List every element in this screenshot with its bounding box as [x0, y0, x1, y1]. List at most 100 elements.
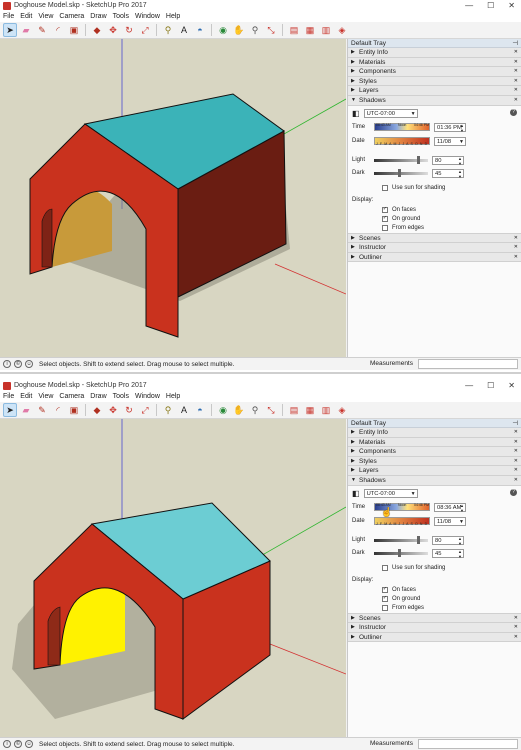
menu-view[interactable]: View: [38, 392, 53, 402]
menu-draw[interactable]: Draw: [90, 12, 106, 22]
menu-tools[interactable]: Tools: [113, 392, 129, 402]
spinner-icon[interactable]: ▲ ▼: [458, 169, 462, 179]
close-icon[interactable]: ✕: [514, 253, 518, 262]
dark-slider-knob[interactable]: [398, 548, 401, 557]
pan-icon[interactable]: ✋: [232, 23, 246, 37]
arc-icon[interactable]: ◜: [51, 23, 65, 37]
section-entity-info[interactable]: ▶ Entity Info ✕: [348, 428, 521, 438]
pan-icon[interactable]: ✋: [232, 403, 246, 417]
menu-edit[interactable]: Edit: [20, 392, 32, 402]
layout-icon[interactable]: ▥: [319, 403, 333, 417]
spinner-icon[interactable]: ▲ ▼: [460, 123, 464, 133]
model-viewport[interactable]: [0, 419, 346, 737]
on-ground-checkbox[interactable]: ✓: [382, 215, 388, 222]
close-icon[interactable]: ✕: [514, 438, 518, 447]
close-icon[interactable]: ✕: [514, 67, 518, 76]
minimize-button[interactable]: —: [465, 1, 473, 10]
use-sun-checkbox[interactable]: [382, 564, 388, 571]
zoom-extents-icon[interactable]: ⤡: [264, 23, 278, 37]
from-edges-checkbox[interactable]: [382, 224, 388, 231]
credits-icon[interactable]: ©: [14, 740, 22, 748]
rotate-icon[interactable]: ↻: [122, 403, 136, 417]
menu-edit[interactable]: Edit: [20, 12, 32, 22]
shape-icon[interactable]: ▣: [67, 403, 81, 417]
section-components[interactable]: ▶ Components ✕: [348, 447, 521, 457]
menu-file[interactable]: File: [3, 12, 14, 22]
move-icon[interactable]: ✥: [106, 23, 120, 37]
date-input[interactable]: 11/08 ▼: [434, 516, 466, 526]
on-faces-checkbox[interactable]: ✓: [382, 206, 388, 213]
close-button[interactable]: ✕: [508, 381, 515, 390]
close-icon[interactable]: ✕: [514, 614, 518, 623]
move-icon[interactable]: ✥: [106, 403, 120, 417]
select-icon[interactable]: ➤: [3, 23, 17, 37]
on-faces-checkbox[interactable]: ✓: [382, 586, 388, 593]
zoom-icon[interactable]: ⚲: [248, 403, 262, 417]
arc-icon[interactable]: ◜: [51, 403, 65, 417]
time-slider[interactable]: 06:43 AM Noon 04:46 PM ☝: [374, 503, 430, 517]
close-icon[interactable]: ✕: [514, 476, 518, 485]
close-icon[interactable]: ✕: [514, 234, 518, 243]
push-pull-icon[interactable]: ◆: [90, 403, 104, 417]
close-icon[interactable]: ✕: [514, 86, 518, 95]
minimize-button[interactable]: —: [465, 381, 473, 390]
close-icon[interactable]: ✕: [514, 633, 518, 642]
timezone-select[interactable]: UTC-07:00 ▼: [363, 488, 418, 498]
help-icon[interactable]: ?: [510, 488, 517, 496]
close-icon[interactable]: ✕: [514, 623, 518, 632]
orbit-icon[interactable]: ◉: [216, 23, 230, 37]
date-input[interactable]: 11/08 ▼: [434, 136, 466, 146]
rotate-icon[interactable]: ↻: [122, 23, 136, 37]
dark-slider[interactable]: [374, 548, 428, 557]
light-slider-knob[interactable]: [417, 535, 420, 544]
dark-slider-knob[interactable]: [398, 168, 401, 177]
paint-bucket-icon[interactable]: ◓: [193, 403, 207, 417]
section-styles[interactable]: ▶ Styles ✕: [348, 76, 521, 87]
timezone-select[interactable]: UTC-07:00 ▼: [363, 108, 418, 118]
menu-window[interactable]: Window: [135, 392, 160, 402]
section-layers[interactable]: ▶ Layers ✕: [348, 86, 521, 96]
text-icon[interactable]: A: [177, 403, 191, 417]
on-ground-checkbox[interactable]: ✓: [382, 595, 388, 602]
spinner-icon[interactable]: ▲ ▼: [458, 549, 462, 559]
warehouse-icon[interactable]: ▤: [287, 23, 301, 37]
ruby-icon[interactable]: ◈: [335, 23, 349, 37]
close-icon[interactable]: ✕: [514, 243, 518, 252]
info-icon[interactable]: i: [3, 740, 11, 748]
close-icon[interactable]: ✕: [514, 428, 518, 437]
extension-warehouse-icon[interactable]: ▦: [303, 23, 317, 37]
extension-warehouse-icon[interactable]: ▦: [303, 403, 317, 417]
text-icon[interactable]: A: [177, 23, 191, 37]
light-input[interactable]: 80 ▲ ▼: [432, 535, 464, 546]
spinner-icon[interactable]: ▲ ▼: [460, 503, 464, 513]
credits-icon[interactable]: ©: [14, 360, 22, 368]
warehouse-icon[interactable]: ▤: [287, 403, 301, 417]
dark-input[interactable]: 45 ▲ ▼: [432, 168, 464, 179]
zoom-icon[interactable]: ⚲: [248, 23, 262, 37]
section-entity-info[interactable]: ▶ Entity Info ✕: [348, 48, 521, 58]
measurements-input[interactable]: [418, 359, 518, 369]
time-slider[interactable]: 06:43 AM Noon 04:46 PM: [374, 123, 430, 132]
menu-help[interactable]: Help: [166, 12, 180, 22]
close-icon[interactable]: ✕: [514, 77, 518, 86]
close-icon[interactable]: ✕: [514, 58, 518, 67]
close-icon[interactable]: ✕: [514, 48, 518, 57]
pencil-icon[interactable]: ✎: [35, 23, 49, 37]
info-icon[interactable]: i: [3, 360, 11, 368]
section-shadows[interactable]: ▼ Shadows ✕: [348, 475, 521, 486]
close-icon[interactable]: ✕: [514, 466, 518, 475]
light-slider-knob[interactable]: [417, 155, 420, 164]
orbit-icon[interactable]: ◉: [216, 403, 230, 417]
user-icon[interactable]: ☺: [25, 360, 33, 368]
close-icon[interactable]: ✕: [514, 457, 518, 466]
layout-icon[interactable]: ▥: [319, 23, 333, 37]
measurements-input[interactable]: [418, 739, 518, 749]
maximize-button[interactable]: ☐: [487, 1, 494, 10]
pencil-icon[interactable]: ✎: [35, 403, 49, 417]
push-pull-icon[interactable]: ◆: [90, 23, 104, 37]
menu-camera[interactable]: Camera: [59, 392, 84, 402]
section-components[interactable]: ▶ Components ✕: [348, 67, 521, 77]
section-instructor[interactable]: ▶ Instructor ✕: [348, 623, 521, 633]
select-icon[interactable]: ➤: [3, 403, 17, 417]
paint-bucket-icon[interactable]: ◓: [193, 23, 207, 37]
